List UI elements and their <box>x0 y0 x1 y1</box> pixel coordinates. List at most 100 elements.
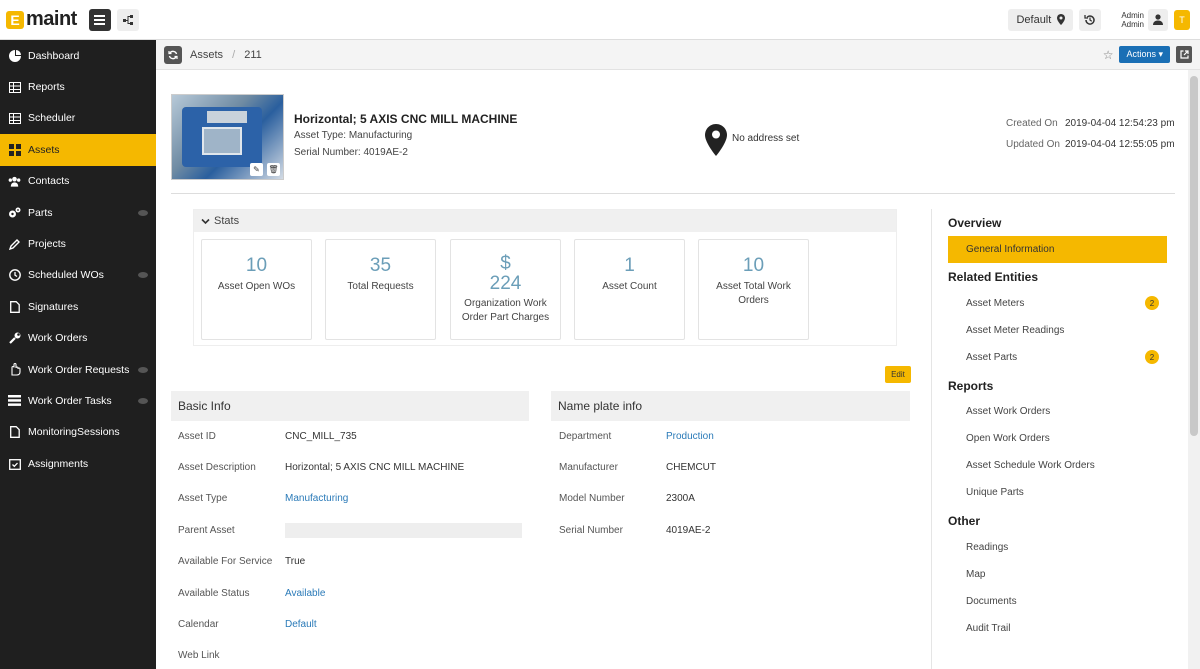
stats-header[interactable]: Stats <box>194 210 896 232</box>
nameplate-header: Name plate info <box>551 391 910 421</box>
eye-icon[interactable] <box>138 397 148 404</box>
stat-label: Asset Open WOs <box>217 281 296 292</box>
org-tree-button[interactable] <box>116 8 139 31</box>
main-content: ✎ 🗑 Horizontal; 5 AXIS CNC MILL MACHINE … <box>156 70 1188 669</box>
table-icon <box>8 81 21 94</box>
rnav-item-asset-meter-readings[interactable]: Asset Meter Readings <box>966 325 1064 336</box>
edit-image-pencil-icon[interactable]: ✎ <box>250 163 263 176</box>
sidebar-item-work-orders[interactable]: Work Orders <box>0 323 156 354</box>
wrench-icon <box>8 332 21 345</box>
rnav-item-unique-parts[interactable]: Unique Parts <box>966 487 1024 498</box>
rnav-item-map[interactable]: Map <box>966 569 985 580</box>
avatar[interactable]: T <box>1174 9 1190 30</box>
eye-icon[interactable] <box>138 366 148 373</box>
sidebar-item-scheduled-wos[interactable]: Scheduled WOs <box>0 260 156 291</box>
asset-header: ✎ 🗑 Horizontal; 5 AXIS CNC MILL MACHINE … <box>171 94 1175 194</box>
history-button[interactable] <box>1079 8 1102 31</box>
view-selector[interactable]: Default <box>1008 8 1074 31</box>
sidebar-item-reports[interactable]: Reports <box>0 71 156 102</box>
stat-card-total-requests[interactable]: 35 Total Requests <box>325 239 436 340</box>
updated-value: 2019-04-04 12:55:05 pm <box>1065 139 1175 150</box>
view-label: Default <box>1016 13 1052 26</box>
sidebar-item-assets[interactable]: Assets <box>0 134 156 166</box>
field-label: Serial Number <box>559 525 623 536</box>
sidebar-item-monitoring-sessions[interactable]: MonitoringSessions <box>0 417 156 448</box>
rnav-item-asset-parts[interactable]: Asset Parts <box>966 352 1017 363</box>
scrollbar-thumb[interactable] <box>1190 76 1198 436</box>
field-asset-type-link[interactable]: Manufacturing <box>285 493 348 504</box>
stats-panel: Stats 10 Asset Open WOs 35 Total Request… <box>193 209 897 346</box>
rnav-item-asset-schedule-work-orders[interactable]: Asset Schedule Work Orders <box>966 460 1095 471</box>
sidebar-item-label: Signatures <box>28 300 79 313</box>
pencil-icon <box>8 238 21 251</box>
sidebar-item-label: Projects <box>28 238 66 251</box>
asset-image: ✎ 🗑 <box>171 94 284 180</box>
field-available-status-link[interactable]: Available <box>285 588 325 599</box>
sidebar-item-assignments[interactable]: Assignments <box>0 448 156 479</box>
user-menu-button[interactable] <box>1148 8 1168 31</box>
sidebar-item-scheduler[interactable]: Scheduler <box>0 103 156 134</box>
breadcrumb-separator: / <box>232 48 236 61</box>
eye-icon[interactable] <box>138 209 148 216</box>
page-scrollbar[interactable] <box>1188 70 1200 669</box>
delete-image-trash-icon[interactable]: 🗑 <box>267 163 280 176</box>
breadcrumb: Assets / 211 <box>190 49 262 61</box>
user-role: Admin <box>1121 19 1144 29</box>
logo[interactable]: E maint <box>6 8 77 31</box>
rnav-heading-overview: Overview <box>948 216 1002 230</box>
rnav-heading-other: Other <box>948 514 981 528</box>
user-info: Admin Admin <box>1121 11 1144 29</box>
stat-card-total-work-orders[interactable]: 10 Asset Total Work Orders <box>698 239 809 340</box>
external-link-icon <box>1179 50 1189 59</box>
sidebar-item-work-order-tasks[interactable]: Work Order Tasks <box>0 385 156 416</box>
tasks-icon <box>8 394 21 407</box>
rnav-item-audit-trail[interactable]: Audit Trail <box>966 623 1010 634</box>
top-bar: E maint Default Admin Admin T <box>0 0 1200 40</box>
breadcrumb-root[interactable]: Assets <box>190 49 223 61</box>
rnav-item-readings[interactable]: Readings <box>966 542 1008 553</box>
rnav-item-open-work-orders[interactable]: Open Work Orders <box>966 433 1050 444</box>
rnav-item-asset-work-orders[interactable]: Asset Work Orders <box>966 406 1050 417</box>
refresh-icon <box>168 50 178 59</box>
sidebar-item-projects[interactable]: Projects <box>0 228 156 259</box>
field-serial-number: 4019AE-2 <box>666 525 711 536</box>
sidebar-item-contacts[interactable]: Contacts <box>0 166 156 197</box>
field-model-number: 2300A <box>666 493 695 504</box>
rnav-item-asset-meters[interactable]: Asset Meters <box>966 298 1024 309</box>
sidebar-item-label: Assets <box>28 143 60 156</box>
sidebar-item-label: Contacts <box>28 175 70 188</box>
sidebar-item-label: Parts <box>28 206 53 219</box>
field-label: Asset Type <box>178 493 228 504</box>
history-icon <box>1084 14 1096 25</box>
dashboard-icon <box>8 49 21 62</box>
rnav-item-documents[interactable]: Documents <box>966 596 1017 607</box>
sidebar-item-dashboard[interactable]: Dashboard <box>0 40 156 71</box>
sidebar-item-parts[interactable]: Parts <box>0 197 156 228</box>
map-pin-icon <box>1057 14 1066 25</box>
stat-label: Asset Count <box>602 281 657 292</box>
edit-button[interactable]: Edit <box>885 366 911 383</box>
stat-value: 10 <box>742 255 765 276</box>
sidebar-item-signatures[interactable]: Signatures <box>0 291 156 322</box>
address-text: No address set <box>732 133 800 144</box>
menu-toggle-button[interactable] <box>88 8 111 31</box>
sidebar-item-work-order-requests[interactable]: Work Order Requests <box>0 354 156 385</box>
chevron-down-icon <box>201 218 210 224</box>
right-navigation: Overview General Information Related Ent… <box>931 209 1189 669</box>
stat-card-asset-count[interactable]: 1 Asset Count <box>574 239 685 340</box>
map-marker-icon <box>705 124 727 159</box>
sidebar-item-label: Assignments <box>28 457 89 470</box>
eye-icon[interactable] <box>138 272 148 279</box>
field-calendar-link[interactable]: Default <box>285 619 317 630</box>
stat-card-part-charges[interactable]: $ 224 Organization Work Order Part Charg… <box>450 239 561 340</box>
favorite-star-icon[interactable]: ☆ <box>1103 48 1114 62</box>
refresh-button[interactable] <box>164 45 182 64</box>
rnav-item-general-information[interactable]: General Information <box>948 236 1167 263</box>
field-label: Available Status <box>178 588 250 599</box>
field-label: Available For Service <box>178 556 273 567</box>
actions-button[interactable]: Actions ▾ <box>1119 46 1170 63</box>
field-department-link[interactable]: Production <box>666 431 714 442</box>
user-name: Admin <box>1121 10 1144 20</box>
stat-card-open-wos[interactable]: 10 Asset Open WOs <box>201 239 312 340</box>
open-external-button[interactable] <box>1176 46 1192 63</box>
